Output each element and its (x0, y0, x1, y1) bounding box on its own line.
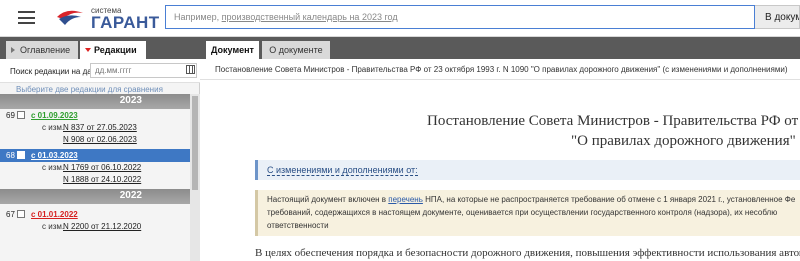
change-link[interactable]: N 2200 от 21.12.2020 (63, 222, 141, 231)
document-subtitle: "О правилах дорожного движения" (571, 133, 796, 149)
search-field[interactable]: Например, производственный календарь на … (165, 5, 755, 29)
search-placeholder: Например, производственный календарь на … (174, 12, 398, 22)
edition-checkbox[interactable] (17, 210, 25, 218)
year-header: 2022 (0, 189, 190, 204)
document-tab-bar: Документ О документе (200, 37, 800, 59)
document-body-text: В целях обеспечения порядка и безопаснос… (255, 247, 800, 259)
calendar-icon[interactable] (186, 65, 195, 74)
edition-checkbox[interactable] (17, 151, 25, 159)
edition-number: 69 (6, 111, 15, 120)
notice-line: ответственности (267, 221, 329, 230)
change-link[interactable]: N 908 от 02.06.2023 (63, 135, 137, 144)
changes-box: С изменениями и дополнениями от: (255, 160, 800, 180)
date-search-label: Поиск редакции на дату (10, 67, 100, 76)
change-link[interactable]: N 837 от 27.05.2023 (63, 123, 137, 132)
document-breadcrumb: Постановление Совета Министров - Правите… (215, 65, 788, 74)
arrow-down-icon (85, 48, 91, 52)
edition-row[interactable]: 69 с 01.09.2023 (0, 109, 190, 122)
document-title: Постановление Совета Министров - Правите… (427, 113, 800, 129)
change-prefix: с изм. (42, 163, 65, 172)
compare-hint: Выберите две редакции для сравнения (16, 85, 163, 94)
logo-wordmark: ГАРАНТ (91, 13, 160, 32)
date-input[interactable] (90, 63, 197, 78)
edition-date-link[interactable]: с 01.01.2022 (31, 210, 78, 219)
tab-document[interactable]: Документ (206, 41, 259, 59)
document-panel: Документ О документе Постановление Совет… (200, 37, 800, 261)
year-header: 2023 (0, 94, 190, 109)
change-prefix: с изм. (42, 123, 65, 132)
editions-scrollbar[interactable] (190, 94, 200, 261)
editions-panel: Оглавление Редакции Поиск редакции на да… (0, 37, 200, 261)
tab-about-document[interactable]: О документе (262, 41, 330, 59)
notice-box: Настоящий документ включен в перечень НП… (255, 190, 800, 236)
garant-logo-icon (57, 10, 83, 25)
top-bar: система ГАРАНТ Например, производственны… (0, 0, 800, 37)
edition-date-link[interactable]: с 01.09.2023 (31, 111, 78, 120)
edition-number: 67 (6, 210, 15, 219)
edition-date-search: Поиск редакции на дату (0, 59, 200, 83)
edition-row-selected[interactable]: 68 с 01.03.2023 (0, 149, 190, 162)
list-link[interactable]: перечень (388, 195, 423, 204)
edition-change: с изм. N 837 от 27.05.2023 (0, 122, 190, 134)
change-link[interactable]: N 1888 от 24.10.2022 (63, 175, 141, 184)
change-prefix: с изм. (42, 222, 65, 231)
search-in-documents-button[interactable]: В докум (755, 5, 800, 29)
left-tab-bar: Оглавление Редакции (0, 37, 200, 59)
edition-date-link[interactable]: с 01.03.2023 (31, 151, 78, 160)
edition-change: с изм. N 1769 от 06.10.2022 (0, 162, 190, 174)
edition-change: с изм. N 2200 от 21.12.2020 (0, 221, 190, 233)
changes-link[interactable]: С изменениями и дополнениями от: (267, 165, 418, 176)
notice-line: Настоящий документ включен в перечень НП… (267, 195, 796, 204)
tab-contents[interactable]: Оглавление (6, 41, 78, 59)
edition-row[interactable]: 67 с 01.01.2022 (0, 208, 190, 221)
arrow-right-icon (11, 47, 15, 53)
menu-icon[interactable] (18, 11, 35, 24)
edition-checkbox[interactable] (17, 111, 25, 119)
scrollbar-thumb[interactable] (192, 96, 198, 190)
editions-list: 2023 69 с 01.09.2023 с изм. N 837 от 27.… (0, 94, 190, 261)
tab-editions[interactable]: Редакции (80, 41, 146, 59)
edition-change: N 908 от 02.06.2023 (0, 134, 190, 146)
edition-number: 68 (6, 151, 15, 160)
divider (200, 79, 800, 80)
change-link[interactable]: N 1769 от 06.10.2022 (63, 163, 141, 172)
notice-line: требований, содержащихся в настоящем док… (267, 208, 778, 217)
edition-change: N 1888 от 24.10.2022 (0, 174, 190, 186)
